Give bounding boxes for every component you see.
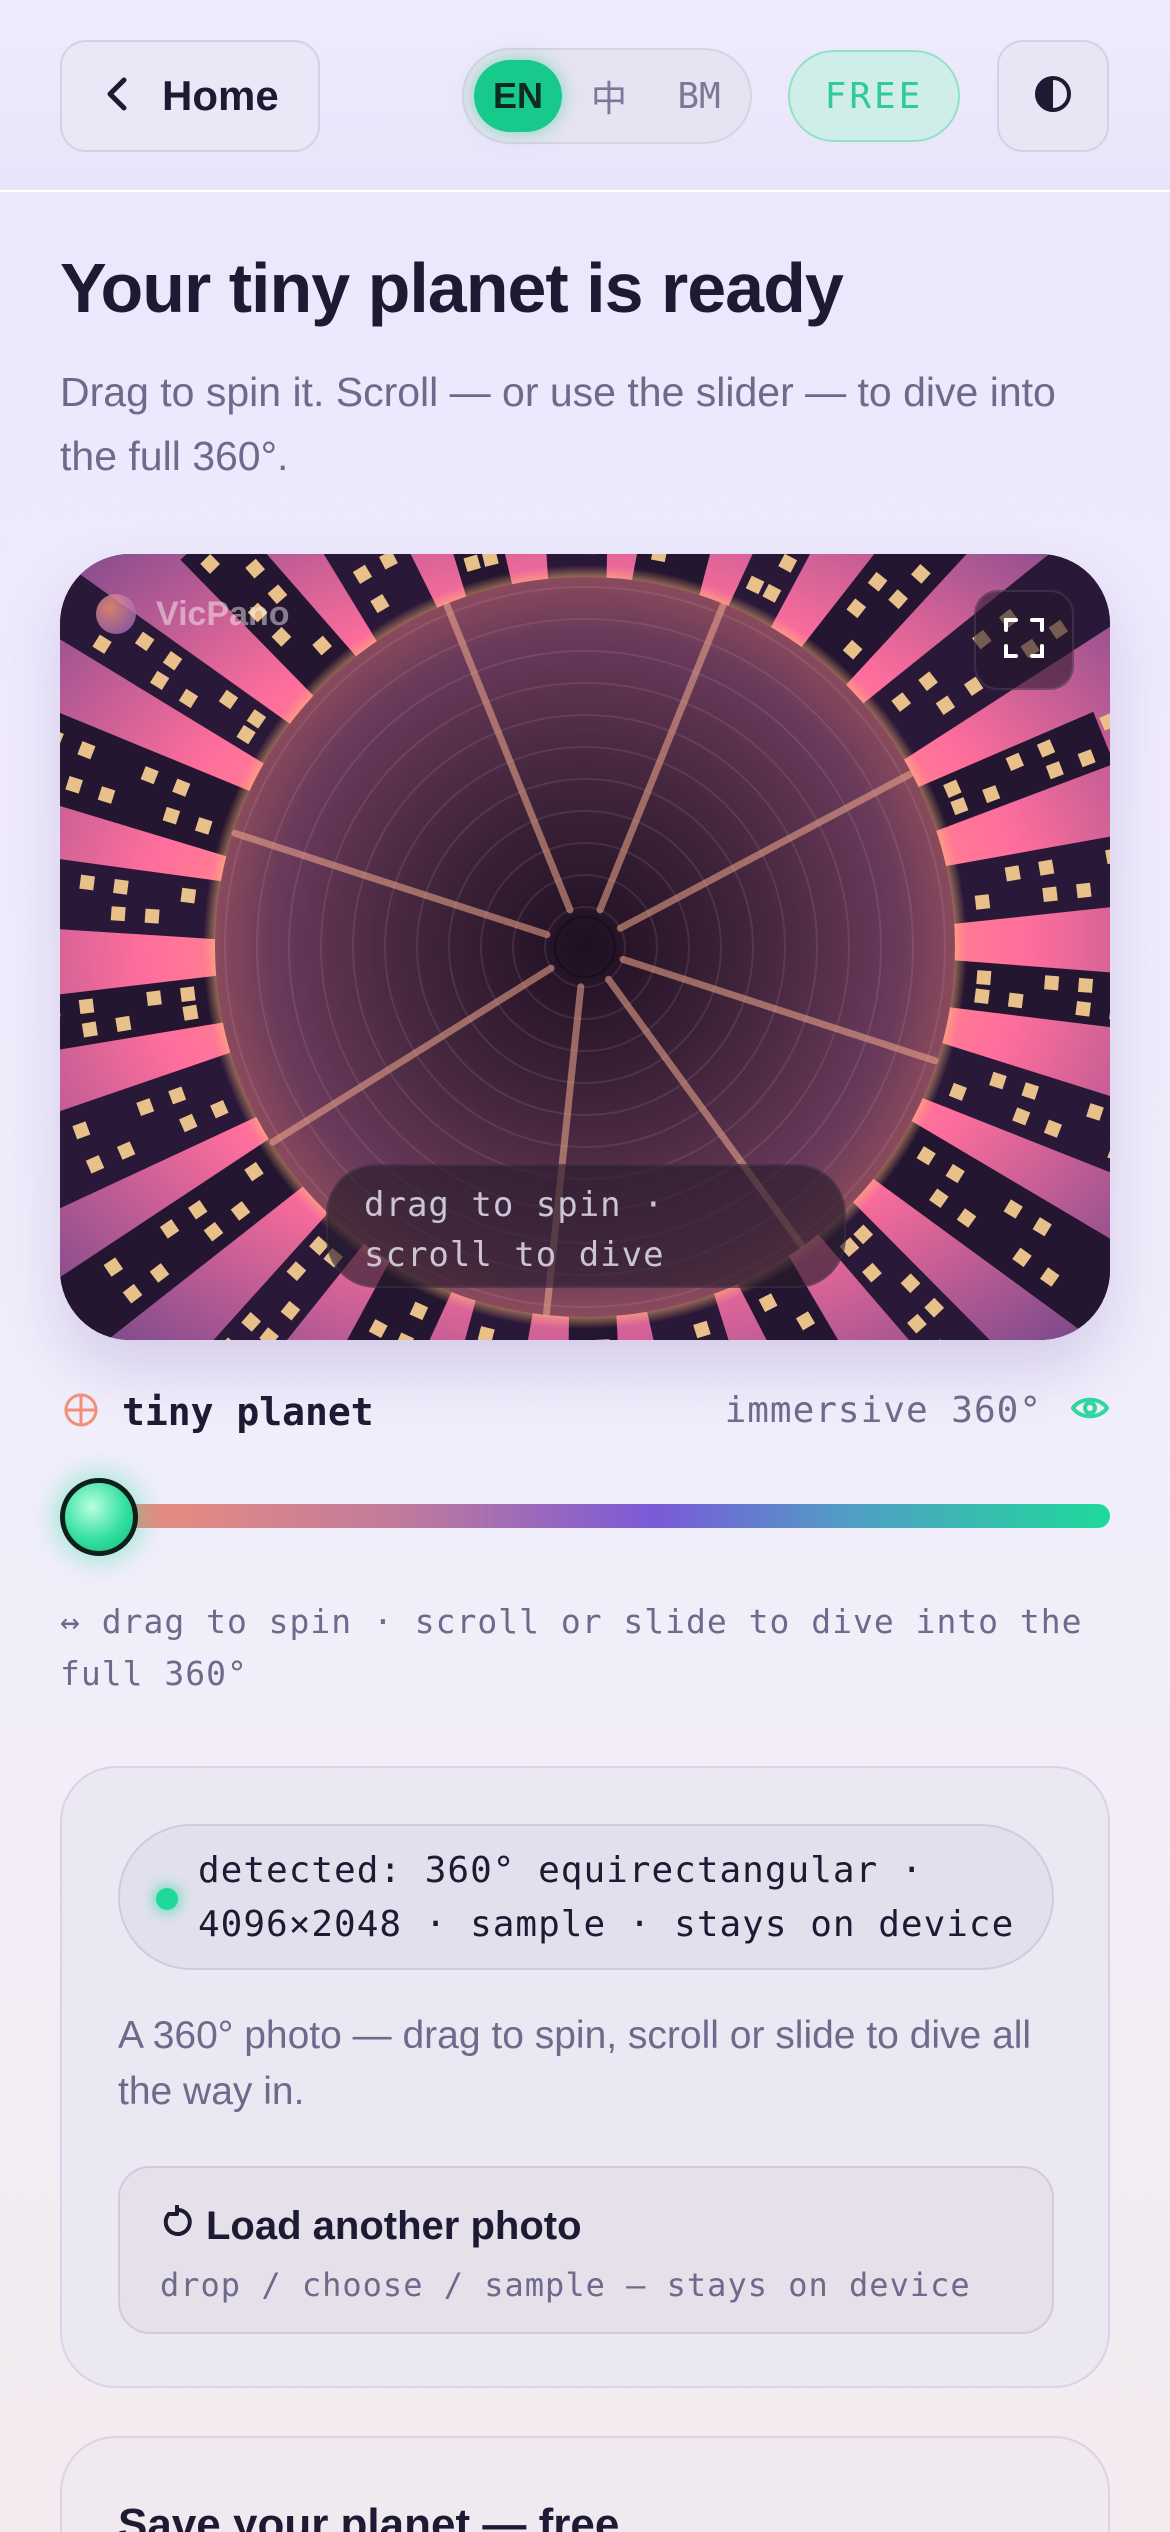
page-subtitle: Drag to spin it. Scroll — or use the sli… xyxy=(60,369,1056,479)
load-title-label: Load another photo xyxy=(206,2204,582,2248)
crosshair-circle-icon xyxy=(62,1391,100,1434)
load-another-photo-button[interactable]: Load another photo drop / choose / sampl… xyxy=(118,2166,1054,2334)
language-switcher: EN 中 BM xyxy=(462,48,752,144)
dive-slider-track[interactable] xyxy=(98,1504,1110,1528)
mode-immersive[interactable]: immersive 360° xyxy=(725,1390,1110,1431)
home-button[interactable]: Home xyxy=(60,40,320,152)
photo-info-card: detected: 360° equirectangular · 4096×20… xyxy=(60,1766,1110,2388)
brand-watermark: VicPano xyxy=(96,594,290,634)
dive-slider-thumb[interactable] xyxy=(60,1478,138,1556)
detection-line1: detected: 360° equirectangular · xyxy=(198,1850,924,1891)
viewer-hint-line2: scroll to dive xyxy=(364,1235,665,1275)
refresh-icon xyxy=(160,2204,194,2249)
language-option-bm[interactable]: BM xyxy=(654,60,744,132)
language-option-en[interactable]: EN xyxy=(474,60,562,132)
fullscreen-icon xyxy=(1002,616,1046,665)
home-label: Home xyxy=(162,72,279,119)
save-planet-title: Save your planet — free xyxy=(118,2500,620,2532)
detection-text: detected: 360° equirectangular · 4096×20… xyxy=(198,1844,1028,1952)
brand-name: VicPano xyxy=(156,594,290,633)
viewer-hint: drag to spin · scroll to dive xyxy=(326,1164,846,1288)
viewer-hint-line1: drag to spin · xyxy=(364,1185,665,1225)
chevron-left-icon xyxy=(104,76,132,117)
half-circle-contrast-icon xyxy=(1033,74,1073,119)
status-dot-icon xyxy=(156,1888,178,1910)
panorama-viewer[interactable]: VicPano drag to spin · scroll to dive xyxy=(60,554,1110,1340)
load-subtitle: drop / choose / sample — stays on device xyxy=(160,2266,971,2304)
fullscreen-button[interactable] xyxy=(974,590,1074,690)
photo-description: A 360° photo — drag to spin, scroll or s… xyxy=(118,2014,1032,2113)
detection-pill: detected: 360° equirectangular · 4096×20… xyxy=(118,1824,1054,1970)
save-planet-card: Save your planet — free xyxy=(60,2436,1110,2532)
mode-immersive-label: immersive 360° xyxy=(724,1390,1042,1431)
plan-badge[interactable]: FREE xyxy=(788,50,960,142)
mode-tiny-planet-label: tiny planet xyxy=(122,1390,374,1434)
load-title: Load another photo xyxy=(160,2204,582,2249)
top-bar: Home EN 中 BM FREE xyxy=(0,0,1170,192)
theme-toggle-button[interactable] xyxy=(997,40,1109,152)
page-title: Your tiny planet is ready xyxy=(60,249,844,327)
mode-tiny-planet[interactable]: tiny planet xyxy=(62,1390,374,1434)
slider-hint: ↔ drag to spin · scroll or slide to dive… xyxy=(60,1602,1083,1693)
detection-line2: 4096×2048 · sample · stays on device xyxy=(198,1904,1015,1945)
language-option-zh[interactable]: 中 xyxy=(574,60,644,132)
brand-logo-icon xyxy=(96,594,136,634)
eye-icon xyxy=(1070,1393,1110,1428)
